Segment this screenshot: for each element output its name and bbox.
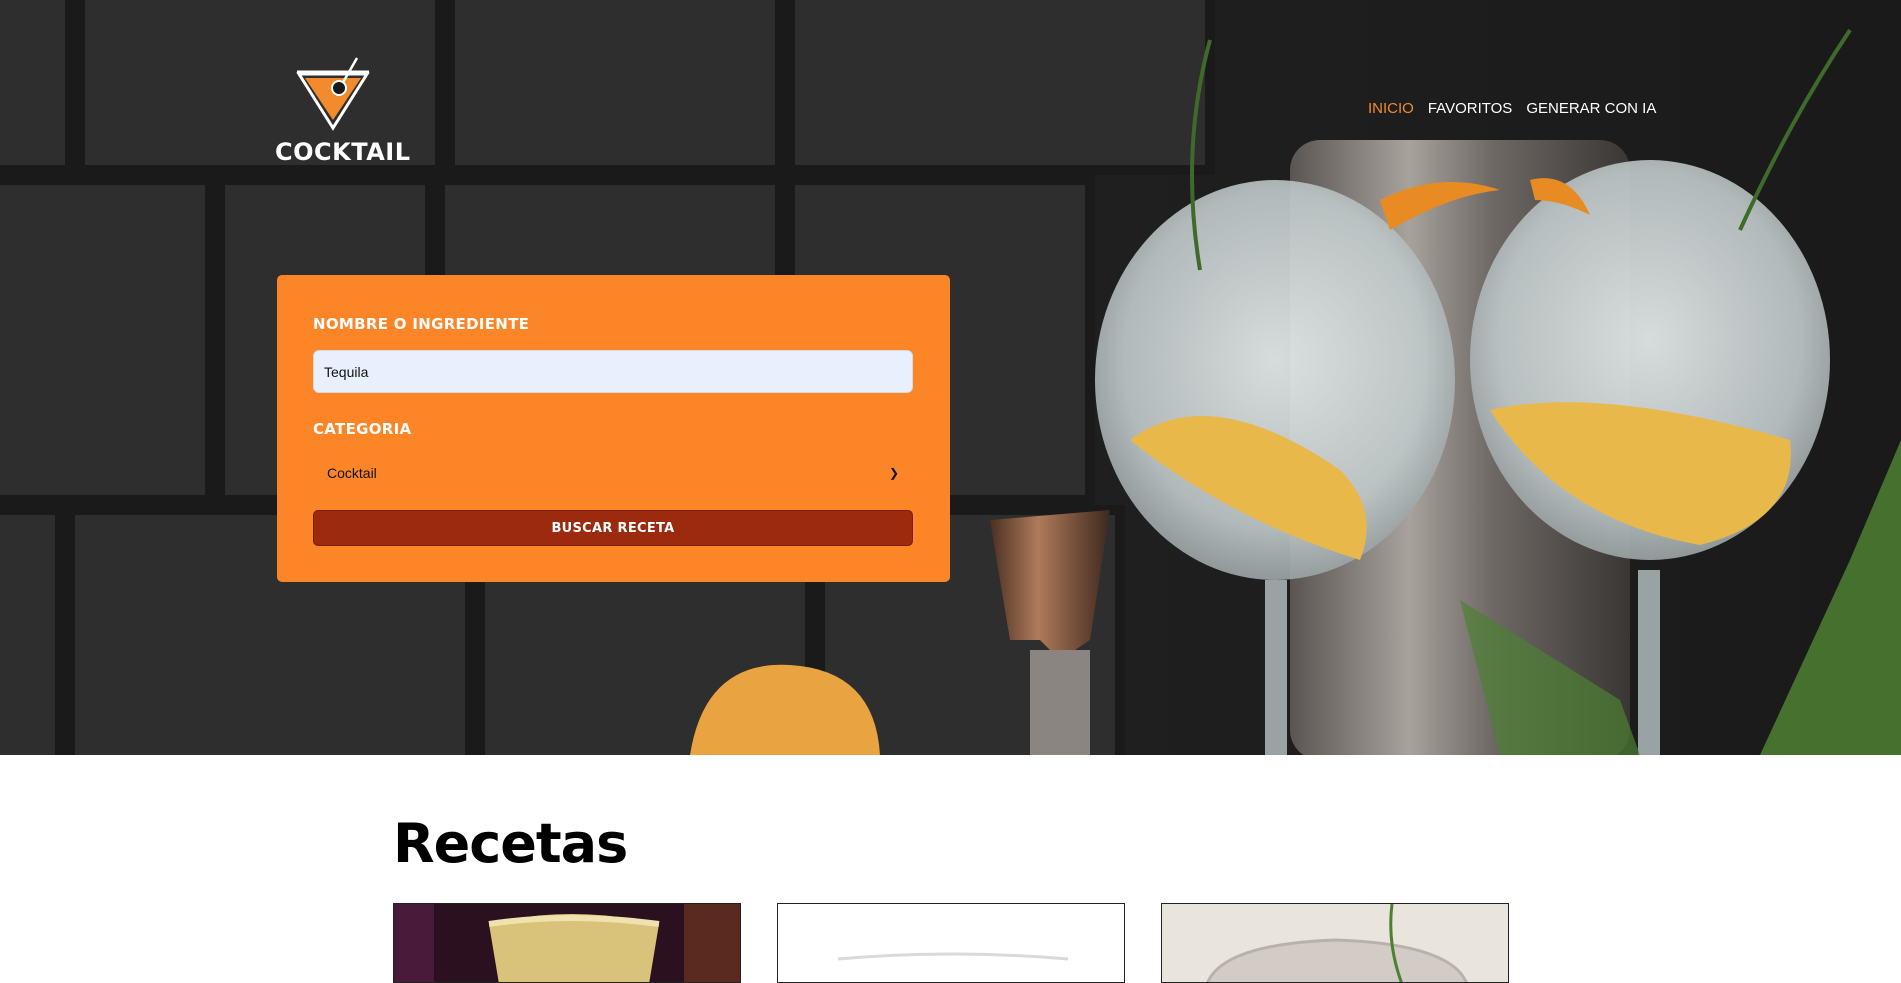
- recipes-heading: Recetas: [393, 812, 628, 875]
- recipe-card[interactable]: [1161, 903, 1509, 983]
- nav-item-favoritos[interactable]: FAVORITOS: [1428, 100, 1512, 117]
- category-select-value: Cocktail: [327, 465, 377, 481]
- recipe-card[interactable]: [393, 903, 741, 983]
- nav-item-inicio[interactable]: INICIO: [1368, 100, 1414, 117]
- nav-item-generar-con-ia[interactable]: GENERAR CON IA: [1526, 100, 1656, 117]
- martini-logo-icon: [296, 57, 370, 131]
- hero-section: COCKTAIL INICIO FAVORITOS GENERAR CON IA…: [0, 0, 1901, 755]
- logo-text: COCKTAIL: [275, 138, 411, 166]
- recipe-image: [394, 904, 740, 982]
- category-label: CATEGORIA: [313, 420, 412, 438]
- site-logo[interactable]: COCKTAIL: [275, 56, 410, 166]
- chevron-down-icon: ❯: [888, 466, 899, 480]
- site-header: COCKTAIL INICIO FAVORITOS GENERAR CON IA: [0, 0, 1901, 180]
- search-form: NOMBRE O INGREDIENTE CATEGORIA Cocktail …: [277, 275, 950, 582]
- recipe-card[interactable]: [777, 903, 1125, 983]
- recipe-image: [1162, 904, 1508, 982]
- name-ingredient-input[interactable]: [313, 350, 913, 393]
- name-ingredient-label: NOMBRE O INGREDIENTE: [313, 315, 530, 333]
- recipe-image: [778, 904, 1124, 982]
- main-nav: INICIO FAVORITOS GENERAR CON IA: [1368, 100, 1656, 117]
- category-select[interactable]: Cocktail ❯: [313, 453, 913, 493]
- search-recipe-button[interactable]: BUSCAR RECETA: [313, 510, 913, 546]
